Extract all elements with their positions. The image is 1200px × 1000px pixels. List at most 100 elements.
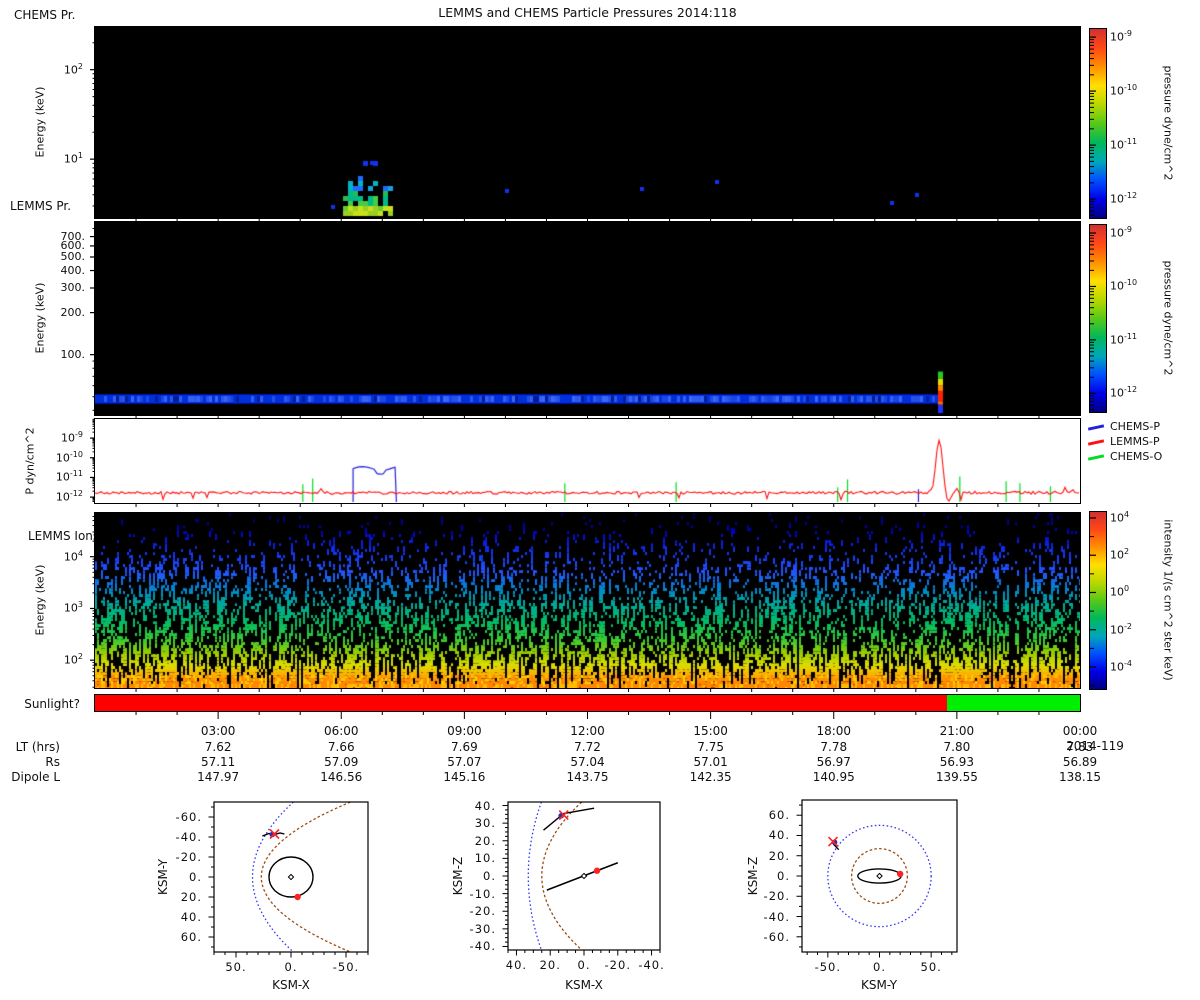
row-label-lt: LT (hrs) [15, 740, 60, 754]
orbit-y-tick-label: -10. [469, 886, 496, 901]
orbit-plot-orbit_yz [796, 799, 958, 958]
value-dipolel: 138.15 [1059, 770, 1101, 784]
legend-swatch-chems-p [1087, 424, 1105, 431]
orbit-y-tick-label: 60. [768, 808, 790, 823]
hour-tick-strip [135, 503, 1040, 507]
orbit-y-tick-label: -20. [763, 889, 790, 904]
colorbar-intensity-ticks [1090, 517, 1096, 687]
orbit-y-tick-label: 10. [474, 851, 496, 866]
value-lthrs: 7.66 [327, 740, 355, 754]
lemms-ions-panel-frame [94, 512, 1081, 689]
x-axis-label-ksm-y: KSM-Y [860, 978, 898, 992]
value-lthrs: 7.83 [1066, 740, 1094, 754]
y-tick-label: 200. [60, 305, 86, 319]
orbit-x-tick-label: 0. [284, 960, 298, 974]
row-label-dipole: Dipole L [11, 770, 60, 784]
legend-label: CHEMS-O [1110, 450, 1163, 463]
orbit-x-tick-label: -50. [814, 960, 842, 974]
time-tick-label: 21:00 [939, 724, 975, 738]
time-tick-label: 12:00 [570, 724, 605, 738]
page-title: LEMMS and CHEMS Particle Pressures 2014:… [438, 5, 737, 20]
orbit-y-tick-label: 40. [180, 910, 202, 924]
sunlight-bar [94, 694, 1081, 712]
colorbar-tick-label: 10-11 [1110, 331, 1138, 347]
panel-label-lemms-pr: LEMMS Pr. [10, 199, 72, 213]
y-axis-ticks [90, 42, 95, 207]
time-tick-label: 18:00 [816, 724, 852, 738]
orbit-y-tick-label: -40. [763, 909, 790, 924]
pressure-lines-panel-frame [94, 418, 1081, 504]
y-tick-label: 10-12 [55, 489, 83, 504]
legend: CHEMS-P LEMMS-P CHEMS-O [1087, 420, 1198, 465]
value-lthrs: 7.78 [820, 740, 848, 754]
y-tick-label: 500. [60, 249, 86, 263]
y-tick-label: 400. [60, 263, 86, 277]
legend-label: CHEMS-P [1110, 420, 1160, 433]
time-tick-label: 06:00 [323, 724, 359, 738]
hour-tick-strip [135, 711, 1040, 719]
colorbar-tick-label: 10-2 [1110, 621, 1132, 637]
value-rs: 56.89 [1062, 755, 1098, 769]
y-axis-ticks [90, 227, 95, 411]
chems-pressure-panel-canvas [95, 27, 1080, 218]
colorbar-tick-label: 102 [1110, 547, 1130, 562]
sunlight-segment-1 [947, 695, 1080, 711]
value-rs: 57.01 [693, 755, 728, 769]
hour-tick-strip [135, 218, 1040, 222]
y-tick-label: 103 [63, 600, 83, 616]
colorbar-tick-label: 10-10 [1110, 83, 1138, 98]
colorbar-tick-label: 10-9 [1110, 29, 1132, 44]
value-lthrs: 7.69 [451, 740, 478, 754]
y-tick-label: 102 [63, 652, 83, 667]
y-axis-ticks [90, 418, 95, 502]
orbit-data [251, 802, 351, 952]
orbit-x-tick-label: -50. [332, 960, 360, 974]
chems-pressure-panel-frame [94, 26, 1081, 219]
colorbar-tick-label: 10-10 [1110, 278, 1138, 294]
x-axis-label-ksm-x-2: KSM-X [565, 978, 603, 992]
orbit-y-tick-label: -20. [175, 850, 202, 864]
hour-tick-strip [135, 415, 1040, 419]
orbit-data [827, 824, 932, 928]
y-axis-ticks [90, 515, 95, 688]
value-rs: 56.97 [816, 755, 851, 769]
legend-item: CHEMS-O [1087, 450, 1198, 465]
legend-label: LEMMS-P [1110, 435, 1160, 448]
value-dipolel: 147.97 [197, 770, 240, 784]
y-tick-label: 104 [63, 548, 83, 564]
value-rs: 56.93 [939, 755, 975, 769]
colorbar-pressure-2-ticks [1090, 232, 1096, 410]
panel-label-chems-pr: CHEMS Pr. [14, 8, 76, 22]
lemms-pressure-panel-canvas [95, 222, 1080, 415]
orbit-y-tick-label: 0. [189, 870, 202, 884]
y-tick-label: 10-10 [55, 449, 83, 465]
value-dipolel: 139.55 [935, 770, 978, 784]
legend-item: LEMMS-P [1087, 435, 1198, 450]
orbit-y-tick-label: -60. [175, 810, 202, 824]
pressure-lines-panel-canvas [95, 419, 1080, 503]
y-tick-label: 300. [60, 280, 86, 294]
panel-label-sunlight: Sunlight? [24, 697, 80, 711]
value-lthrs: 7.80 [943, 740, 971, 754]
legend-item: CHEMS-P [1087, 420, 1198, 435]
y-tick-label: 100. [60, 347, 86, 361]
value-dipolel: 145.16 [443, 770, 486, 784]
x-axis-label-ksm-x-1: KSM-X [272, 978, 310, 992]
y-tick-label: 10-11 [55, 469, 83, 485]
y-tick-label: 102 [63, 61, 83, 77]
row-label-rs: Rs [45, 755, 60, 769]
value-dipolel: 143.75 [566, 770, 609, 784]
orbit-y-tick-label: 30. [474, 816, 496, 831]
value-dipolel: 140.95 [812, 770, 855, 784]
legend-swatch-lemms-p [1087, 439, 1105, 446]
orbit-data [527, 802, 619, 950]
legend-swatch-chems-o [1087, 454, 1105, 461]
colorbar-tick-label: 10-4 [1110, 659, 1132, 674]
colorbar-tick-label: 104 [1110, 509, 1130, 525]
y-tick-label: 10-9 [61, 430, 83, 445]
colorbar-tick-label: 10-9 [1110, 225, 1132, 240]
orbit-y-tick-label: 0. [483, 869, 496, 883]
colorbar-tick-label: 10-12 [1110, 191, 1138, 206]
orbit-y-tick-label: -20. [469, 904, 496, 919]
value-lthrs: 7.62 [204, 740, 232, 754]
